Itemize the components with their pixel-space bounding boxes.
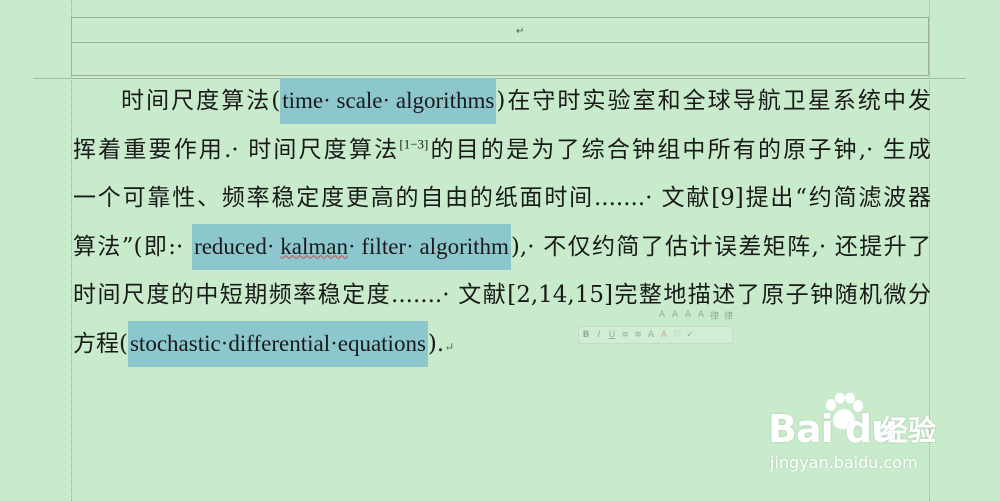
document-paragraph[interactable]: 时间尺度算法(time· scale· algorithms)在守时实验室和全球… [73, 77, 931, 368]
align-justify-icon[interactable]: ≡ [634, 330, 642, 340]
text-segment: 方程( [73, 330, 128, 357]
page-header-area[interactable] [71, 17, 929, 76]
paragraph-mark: ↵ [444, 339, 455, 354]
highlight-color-button[interactable]: A [647, 330, 655, 340]
text-segment: 的目的是为了综合钟组中所有的原子钟,· 生成 [428, 136, 932, 163]
text-segment: ),· 不仅约简了估计误差矩阵,· 还提升了 [510, 233, 931, 260]
text-segment: ). [427, 330, 445, 357]
text-segment: 时间尺度的中短期频率稳定度.......· 文献[2,14,15]完整地描述了原… [73, 282, 931, 308]
jingyan-logo-text: 经验 [880, 414, 937, 447]
hl-part: · filter· algorithm [347, 233, 509, 259]
font-shrink-button[interactable]: A [697, 310, 705, 320]
text-segment: 时间尺度算法( [119, 88, 281, 114]
citation-superscript: [1−3] [399, 135, 429, 151]
text-segment: 算法”(即:· [73, 233, 193, 260]
baidu-logo-text: Bai du [768, 407, 898, 451]
text-segment: 挥着重要作用.· 时间尺度算法 [73, 136, 400, 163]
mini-toolbar-row-1: A A A A 律 律 [578, 307, 733, 323]
selected-term-stochastic[interactable]: stochastic·differential·equations [127, 320, 428, 367]
header-inner-line [72, 42, 928, 43]
header-paragraph-mark: ↵ [516, 26, 525, 37]
italic-button[interactable]: I [595, 330, 603, 340]
text-line-1: 时间尺度算法(time· scale· algorithms)在守时实验室和全球… [73, 77, 931, 126]
align-center-icon[interactable]: ≡ [621, 330, 629, 340]
selected-term-reduced-kalman[interactable]: reduced· kalman· filter· algorithm [192, 223, 511, 270]
font-size-decrease-button[interactable]: A [671, 310, 679, 320]
font-grow-button[interactable]: A [684, 310, 692, 320]
font-color-button[interactable]: A [660, 330, 668, 340]
bold-button[interactable]: B [582, 330, 590, 340]
text-line-4: 算法”(即:· reduced· kalman· filter· algorit… [73, 223, 931, 272]
increase-indent-button[interactable]: 律 [724, 309, 733, 322]
text-line-5: 时间尺度的中短期频率稳定度.......· 文献[2,14,15]完整地描述了原… [73, 271, 931, 320]
watermark-url: jingyan.baidu.com [770, 453, 918, 472]
baidu-jingyan-watermark: Bai du 经验 jingyan.baidu.com [768, 393, 968, 483]
spellcheck-underlined-word: kalman [280, 233, 348, 259]
text-line-6: 方程(stochastic·differential·equations).↵ [73, 320, 931, 369]
hl-part: reduced· [194, 233, 281, 259]
selected-term-time-scale[interactable]: time· scale· algorithms [280, 78, 497, 124]
text-line-2: 挥着重要作用.· 时间尺度算法[1−3]的目的是为了综合钟组中所有的原子钟,· … [73, 126, 931, 175]
mini-toolbar-row-2: B I U ≡ ≡ A A ♡ ✓ [578, 326, 733, 344]
text-segment: 一个可靠性、频率稳定度更高的自由的纸面时间.......· 文献[9]提出“约简… [73, 185, 931, 211]
text-segment: )在守时实验室和全球导航卫星系统中发 [496, 88, 931, 114]
underline-button[interactable]: U [608, 330, 616, 340]
floating-mini-toolbar[interactable]: A A A A 律 律 B I U ≡ ≡ A A ♡ ✓ [574, 305, 737, 345]
format-painter-icon[interactable]: ✓ [686, 330, 694, 340]
decrease-indent-button[interactable]: 律 [710, 309, 719, 322]
text-line-3: 一个可靠性、频率稳定度更高的自由的纸面时间.......· 文献[9]提出“约简… [73, 174, 931, 223]
font-size-increase-button[interactable]: A [658, 310, 666, 320]
styles-icon[interactable]: ♡ [673, 330, 681, 340]
